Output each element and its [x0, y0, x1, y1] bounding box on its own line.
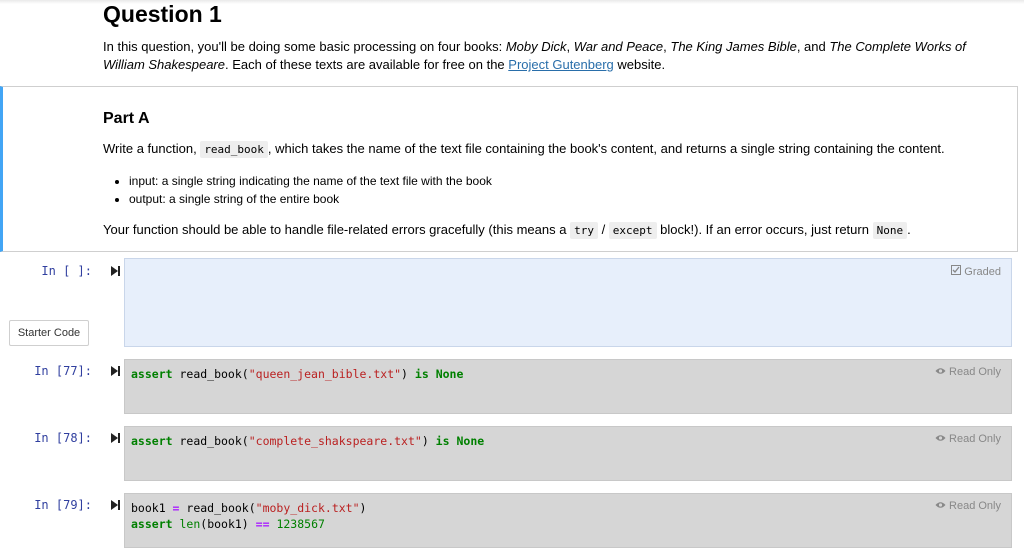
code-token: read_book( — [172, 367, 249, 381]
graded-code-cell[interactable]: Graded — [124, 258, 1012, 347]
starter-code-button[interactable]: Starter Code — [9, 320, 89, 346]
code-token: None — [435, 367, 464, 381]
code-token: == — [255, 517, 270, 531]
text: / — [597, 222, 609, 237]
code-token: ) — [401, 367, 415, 381]
code-token: assert — [131, 367, 173, 381]
run-cell-icon[interactable] — [109, 365, 121, 377]
text: , which takes the name of the text file … — [267, 141, 945, 156]
code-token: len — [179, 517, 201, 531]
inline-code-none: None — [872, 222, 908, 239]
intro-text: website. — [613, 57, 666, 72]
read-only-badge: Read Only — [935, 500, 1001, 512]
code-content: assert read_book("queen_jean_bible.txt")… — [131, 366, 463, 382]
part-a-title: Part A — [103, 110, 150, 127]
sep: , — [566, 39, 574, 54]
book-war-and-peace: War and Peace — [573, 39, 664, 54]
cell-prompt: In [77]: — [34, 364, 92, 378]
code-token: 1238567 — [276, 517, 325, 531]
question-intro: In this question, you'll be doing some b… — [103, 38, 1008, 74]
intro-text: . Each of these texts are available for … — [225, 57, 509, 72]
code-token: (book1) — [200, 517, 256, 531]
readonly-code-cell[interactable]: assert read_book("queen_jean_bible.txt")… — [124, 359, 1012, 414]
code-token: "complete_shakspeare.txt" — [248, 434, 422, 448]
run-cell-icon[interactable] — [109, 265, 121, 277]
readonly-code-cell[interactable]: book1 = read_book("moby_dick.txt") asser… — [124, 493, 1012, 548]
code-token: is — [414, 367, 429, 381]
project-gutenberg-link[interactable]: Project Gutenberg — [508, 57, 614, 72]
code-token: "queen_jean_bible.txt" — [248, 367, 402, 381]
checkbox-icon — [951, 265, 962, 278]
book-moby-dick: Moby Dick — [505, 39, 567, 54]
list-item-input: input: a single string indicating the na… — [129, 172, 492, 190]
io-list: input: a single string indicating the na… — [113, 172, 492, 208]
code-token: read_book( — [172, 434, 249, 448]
code-token: ) — [421, 434, 436, 448]
cell-prompt: In [ ]: — [41, 264, 92, 278]
code-token: read_book( — [179, 501, 256, 515]
intro-text: In this question, you'll be doing some b… — [103, 39, 506, 54]
run-cell-icon[interactable] — [109, 499, 121, 511]
read-only-label: Read Only — [949, 433, 1001, 445]
code-token: assert — [131, 517, 173, 531]
read-only-label: Read Only — [949, 366, 1001, 378]
code-token: is — [435, 434, 450, 448]
text: Your function should be able to handle f… — [103, 222, 571, 237]
sep: , and — [796, 39, 830, 54]
eye-icon — [935, 366, 946, 378]
eye-icon — [935, 433, 946, 445]
code-token: None — [456, 434, 485, 448]
graded-badge: Graded — [951, 265, 1001, 278]
part-a-error-note: Your function should be able to handle f… — [103, 221, 1008, 240]
read-only-badge: Read Only — [935, 366, 1001, 378]
cell-prompt: In [78]: — [34, 431, 92, 445]
book-king-james: The King James Bible — [670, 39, 797, 54]
eye-icon — [935, 500, 946, 512]
text: . — [907, 222, 911, 237]
code-content: book1 = read_book("moby_dick.txt") asser… — [131, 500, 366, 532]
text: block!). If an error occurs, just return — [656, 222, 873, 237]
code-token: ) — [359, 501, 367, 515]
cell-prompt: In [79]: — [34, 498, 92, 512]
question-title: Question 1 — [103, 1, 222, 27]
inline-code-try: try — [570, 222, 598, 239]
code-token: assert — [131, 434, 173, 448]
inline-code-except: except — [608, 222, 657, 239]
list-item-output: output: a single string of the entire bo… — [129, 190, 492, 208]
part-a-description: Write a function, read_book, which takes… — [103, 140, 1008, 159]
inline-code-read-book: read_book — [200, 141, 268, 158]
code-token: book1 — [131, 501, 173, 515]
text: Write a function, — [103, 141, 201, 156]
read-only-badge: Read Only — [935, 433, 1001, 445]
graded-label: Graded — [964, 266, 1001, 278]
code-content: assert read_book("complete_shakspeare.tx… — [131, 433, 484, 449]
run-cell-icon[interactable] — [109, 432, 121, 444]
read-only-label: Read Only — [949, 500, 1001, 512]
code-token: "moby_dick.txt" — [255, 501, 360, 515]
readonly-code-cell[interactable]: assert read_book("complete_shakspeare.tx… — [124, 426, 1012, 481]
